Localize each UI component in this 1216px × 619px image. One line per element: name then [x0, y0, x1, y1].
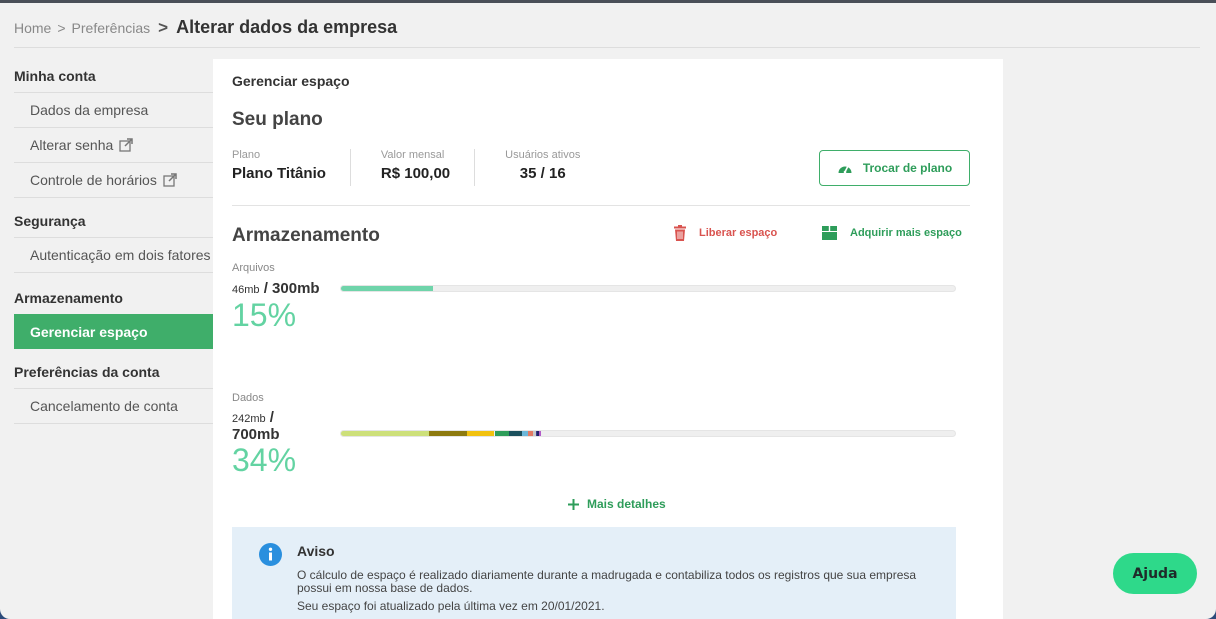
- files-total: 300mb: [272, 280, 320, 297]
- files-used: 46mb: [232, 284, 260, 296]
- sidebar-item-autenticacao[interactable]: Autenticação em dois fatores: [14, 238, 213, 273]
- sidebar-heading-preferencias-da-conta: Preferências da conta: [14, 355, 213, 389]
- data-progress-segment: [341, 431, 429, 436]
- files-progress-fill: [341, 286, 434, 291]
- free-space-link[interactable]: Liberar espaço: [673, 225, 777, 241]
- plan-name-block: Plano Plano Titânio: [232, 149, 351, 186]
- sidebar-item-gerenciar-espaco[interactable]: Gerenciar espaço: [14, 314, 213, 349]
- plan-users-label: Usuários ativos: [505, 149, 581, 161]
- section-divider: [232, 205, 970, 206]
- more-details-link[interactable]: Mais detalhes: [568, 497, 666, 511]
- data-usage: 242mb / 700mb: [232, 409, 322, 443]
- files-usage: 46mb / 300mb: [232, 280, 320, 297]
- plan-name-value: Plano Titânio: [232, 165, 326, 182]
- sidebar-item-controle-de-horarios[interactable]: Controle de horários: [14, 163, 213, 198]
- breadcrumb-home[interactable]: Home: [14, 20, 51, 36]
- data-slash: /: [265, 409, 274, 426]
- notice-box: Aviso O cálculo de espaço é realizado di…: [232, 527, 956, 619]
- sidebar-item-label: Cancelamento de conta: [30, 398, 178, 414]
- files-slash: /: [259, 280, 273, 297]
- sidebar: Minha conta Dados da empresa Alterar sen…: [14, 59, 213, 424]
- data-progress-segment: [508, 431, 523, 436]
- app-window: Home > Preferências > Alterar dados da e…: [0, 0, 1216, 619]
- trash-icon: [674, 225, 686, 241]
- plan-price-label: Valor mensal: [380, 149, 445, 161]
- data-label: Dados: [232, 392, 264, 404]
- data-progress-segment: [539, 431, 542, 436]
- change-plan-label: Trocar de plano: [862, 161, 953, 175]
- page-title: Alterar dados da empresa: [176, 17, 398, 37]
- header-divider: [14, 47, 1200, 48]
- sidebar-heading-minha-conta: Minha conta: [14, 59, 213, 93]
- info-icon: [259, 543, 282, 566]
- card-title: Gerenciar espaço: [232, 73, 350, 89]
- sidebar-item-label: Gerenciar espaço: [30, 323, 148, 340]
- notice-text: O cálculo de espaço é realizado diariame…: [297, 568, 917, 595]
- sidebar-item-label: Alterar senha: [30, 137, 114, 153]
- notice-updated: Seu espaço foi atualizado pela última ve…: [297, 599, 605, 613]
- sidebar-item-cancelamento-de-conta[interactable]: Cancelamento de conta: [14, 389, 213, 424]
- plan-users-value: 35 / 16: [519, 165, 566, 182]
- data-total: 700mb: [232, 426, 280, 443]
- files-progress-bar: [340, 285, 956, 292]
- breadcrumb-current-separator: >: [158, 18, 169, 37]
- data-progress-bar: [340, 430, 956, 437]
- sidebar-item-alterar-senha[interactable]: Alterar senha: [14, 128, 213, 163]
- sidebar-heading-armazenamento: Armazenamento: [14, 290, 123, 306]
- plan-price-block: Valor mensal R$ 100,00: [351, 149, 476, 186]
- files-percent: 15%: [232, 297, 297, 333]
- sidebar-heading-seguranca: Segurança: [14, 204, 213, 238]
- sidebar-item-dados-da-empresa[interactable]: Dados da empresa: [14, 93, 213, 128]
- files-label: Arquivos: [232, 262, 275, 274]
- data-progress-segment: [466, 431, 495, 436]
- sidebar-item-label: Autenticação em dois fatores: [30, 247, 211, 263]
- breadcrumb-parent[interactable]: Preferências: [72, 20, 151, 36]
- sidebar-item-label: Controle de horários: [30, 172, 157, 188]
- breadcrumb-separator: >: [57, 20, 66, 36]
- help-button[interactable]: Ajuda: [1113, 553, 1197, 594]
- data-progress-segment: [494, 431, 509, 436]
- data-percent: 34%: [232, 442, 297, 478]
- external-link-icon: [119, 138, 134, 152]
- plan-price-value: R$ 100,00: [380, 165, 451, 182]
- storage-section-title: Armazenamento: [232, 225, 380, 246]
- free-space-label: Liberar espaço: [699, 227, 778, 239]
- buy-space-label: Adquirir mais espaço: [850, 226, 962, 239]
- breadcrumb: Home > Preferências > Alterar dados da e…: [14, 17, 397, 38]
- data-used: 242mb: [232, 413, 266, 425]
- speedometer-icon: [838, 165, 852, 174]
- buy-space-link[interactable]: Adquirir mais espaço: [821, 225, 962, 240]
- manage-space-card: Gerenciar espaço Seu plano Plano Plano T…: [213, 59, 1003, 619]
- change-plan-button[interactable]: Trocar de plano: [819, 150, 970, 186]
- box-icon: [822, 226, 837, 240]
- plan-users-block: Usuários ativos 35 / 16: [475, 149, 604, 186]
- plus-icon: [568, 498, 579, 510]
- notice-title: Aviso: [297, 543, 335, 559]
- external-link-icon: [163, 173, 177, 187]
- data-progress-segment: [428, 431, 467, 436]
- plan-summary: Plano Plano Titânio Valor mensal R$ 100,…: [232, 149, 604, 186]
- plan-section-title: Seu plano: [232, 109, 323, 130]
- more-details-label: Mais detalhes: [587, 497, 666, 511]
- plan-name-label: Plano: [232, 149, 261, 161]
- sidebar-item-label: Dados da empresa: [30, 102, 149, 118]
